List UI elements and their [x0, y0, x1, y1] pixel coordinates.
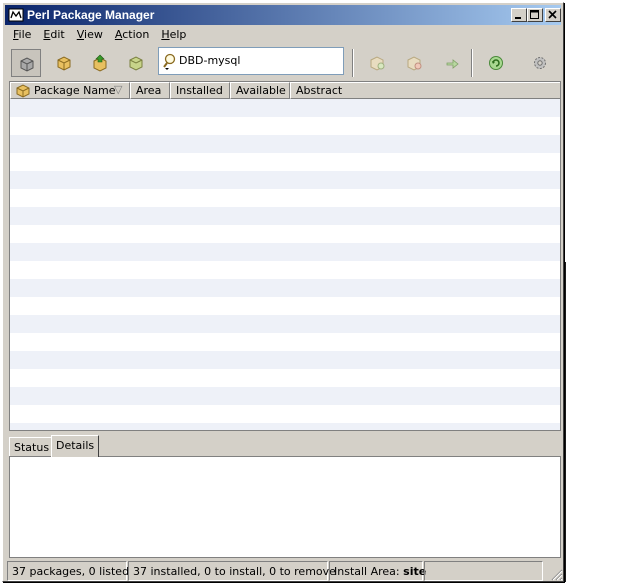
tab-status[interactable]: Status: [9, 437, 55, 457]
details-pane[interactable]: [9, 456, 561, 558]
ppm-app-icon: [8, 8, 24, 22]
status-install-area: Install Area: site: [329, 561, 427, 581]
status-counts: 37 installed, 0 to install, 0 to remove: [128, 561, 336, 581]
view-upgradable-icon: [93, 54, 107, 72]
table-row: [10, 333, 560, 351]
table-row: [10, 189, 560, 207]
column-installed[interactable]: Installed: [170, 82, 230, 99]
table-row: [10, 423, 560, 430]
column-package-name[interactable]: Package Name ▽: [10, 82, 130, 99]
mark-for-upgrade-button[interactable]: [437, 49, 467, 77]
table-row: [10, 279, 560, 297]
view-installed-button[interactable]: [49, 49, 79, 77]
run-marked-actions-icon: [489, 56, 503, 70]
table-row: [10, 225, 560, 243]
menu-bar: File Edit View Action Help: [7, 27, 192, 45]
status-bar: 37 packages, 0 listed 37 installed, 0 to…: [7, 561, 563, 581]
ppm-window: Perl Package Manager File Edit View Action H…: [2, 2, 564, 582]
view-packages-to-install-button[interactable]: [121, 49, 151, 77]
preferences-button[interactable]: [525, 49, 555, 77]
table-row: [10, 171, 560, 189]
status-empty-panel: [424, 561, 543, 581]
sort-indicator-icon: ▽: [114, 83, 123, 96]
menu-view[interactable]: View: [71, 27, 109, 41]
status-packages: 37 packages, 0 listed: [7, 561, 129, 581]
table-row: [10, 243, 560, 261]
menu-file[interactable]: File: [7, 27, 37, 41]
mark-for-upgrade-icon: [446, 59, 459, 69]
title-bar[interactable]: Perl Package Manager: [5, 5, 561, 25]
menu-action[interactable]: Action: [109, 27, 155, 41]
menu-edit[interactable]: Edit: [37, 27, 70, 41]
toolbar: [7, 47, 561, 79]
column-abstract[interactable]: Abstract: [290, 82, 560, 99]
search-box[interactable]: [158, 47, 344, 75]
tab-details[interactable]: Details: [51, 435, 100, 457]
table-row: [10, 99, 560, 117]
table-header: Package Name ▽ Area Installed Available …: [10, 82, 560, 99]
resize-grip-icon[interactable]: [549, 567, 563, 581]
table-row: [10, 405, 560, 423]
preferences-icon: [534, 57, 546, 69]
maximize-button[interactable]: [527, 8, 543, 22]
table-row: [10, 117, 560, 135]
window-title: Perl Package Manager: [27, 8, 155, 22]
package-icon: [16, 84, 30, 98]
view-packages-to-install-icon: [129, 56, 143, 71]
column-area[interactable]: Area: [130, 82, 170, 99]
table-row: [10, 153, 560, 171]
table-row: [10, 207, 560, 225]
mark-for-remove-icon: [407, 56, 422, 71]
menu-help[interactable]: Help: [155, 27, 192, 41]
table-row: [10, 261, 560, 279]
run-marked-actions-button[interactable]: [481, 49, 511, 77]
view-all-packages-icon: [20, 57, 34, 72]
toolbar-separator: [352, 49, 354, 77]
minimize-icon: [515, 17, 521, 19]
mark-for-remove-button[interactable]: [399, 49, 429, 77]
table-rows: [10, 99, 560, 430]
table-row: [10, 387, 560, 405]
package-table[interactable]: Package Name ▽ Area Installed Available …: [9, 81, 561, 431]
install-area-value: site: [403, 565, 427, 578]
table-row: [10, 369, 560, 387]
search-icon[interactable]: [162, 53, 178, 71]
table-row: [10, 315, 560, 333]
table-row: [10, 135, 560, 153]
column-label: Package Name: [34, 84, 116, 97]
view-installed-icon: [57, 56, 71, 71]
mark-for-install-button[interactable]: [362, 49, 392, 77]
mark-for-install-icon: [370, 56, 385, 71]
maximize-icon: [530, 10, 539, 19]
view-all-packages-button[interactable]: [11, 49, 41, 77]
view-upgradable-button[interactable]: [85, 49, 115, 77]
close-button[interactable]: [545, 8, 561, 22]
close-icon: [548, 10, 557, 19]
column-available[interactable]: Available: [230, 82, 290, 99]
toolbar-separator-2: [471, 49, 473, 77]
table-row: [10, 297, 560, 315]
search-input[interactable]: [179, 54, 339, 67]
install-area-label: Install Area:: [334, 565, 400, 578]
minimize-button[interactable]: [511, 8, 527, 22]
table-row: [10, 351, 560, 369]
